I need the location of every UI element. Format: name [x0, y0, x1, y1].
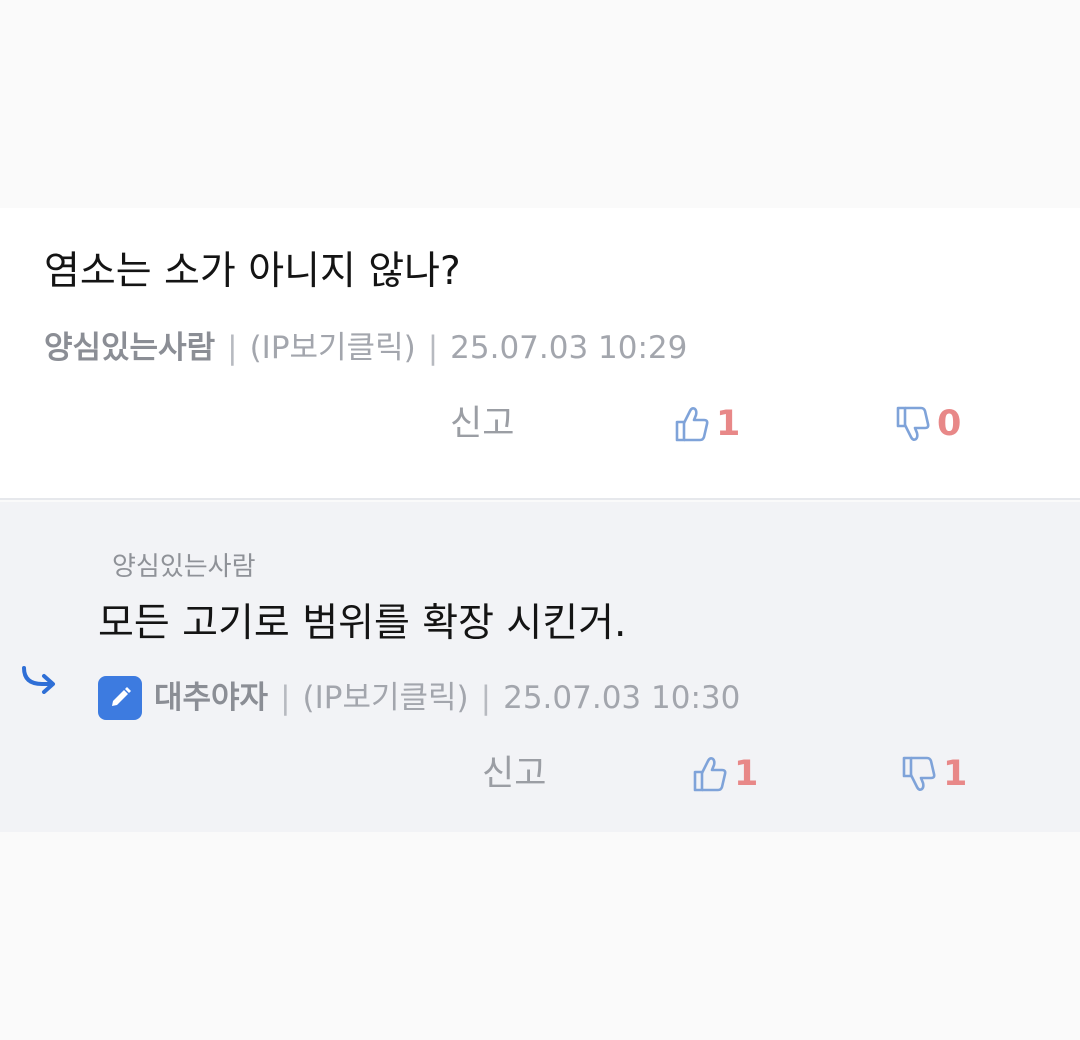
comment-body: 염소는 소가 아니지 않나? — [44, 249, 461, 294]
thumbs-up-icon — [693, 757, 727, 792]
dislike-button[interactable]: 1 — [901, 752, 967, 796]
comment-meta: 양심있는사람 | (IP보기클릭) | 25.07.03 10:29 — [44, 328, 687, 368]
meta-separator: | — [480, 680, 492, 716]
ip-toggle-link[interactable]: (IP보기클릭) — [303, 678, 469, 718]
reply-parent-author: 양심있는사람 — [112, 552, 256, 582]
reply-item: 양심있는사람 모든 고기로 범위를 확장 시킨거. 대추야자 | (IP보기클릭… — [0, 502, 1080, 832]
comment-timestamp: 25.07.03 10:29 — [450, 330, 688, 366]
comment-item: 염소는 소가 아니지 않나? 양심있는사람 | (IP보기클릭) | 25.07… — [0, 208, 1080, 500]
like-button[interactable]: 1 — [692, 752, 758, 796]
report-label: 신고 — [450, 404, 515, 444]
dislike-count: 0 — [937, 404, 962, 444]
dislike-count: 1 — [943, 754, 968, 794]
report-label: 신고 — [482, 754, 547, 794]
comment-page: 염소는 소가 아니지 않나? 양심있는사람 | (IP보기클릭) | 25.07… — [0, 0, 1080, 1040]
reply-arrow-icon — [22, 666, 55, 694]
dislike-button[interactable]: 0 — [895, 402, 961, 446]
reply-author[interactable]: 대추야자 — [154, 678, 268, 718]
ip-toggle-link[interactable]: (IP보기클릭) — [250, 328, 416, 368]
reply-timestamp: 25.07.03 10:30 — [503, 680, 741, 716]
writer-badge — [98, 676, 142, 720]
pencil-icon — [112, 687, 131, 706]
like-count: 1 — [716, 404, 741, 444]
reply-meta: 대추야자 | (IP보기클릭) | 25.07.03 10:30 — [98, 676, 740, 720]
meta-separator: | — [227, 330, 238, 366]
thumbs-down-icon — [902, 756, 936, 791]
report-button[interactable]: 신고 — [482, 752, 546, 796]
comment-author[interactable]: 양심있는사람 — [44, 328, 215, 368]
meta-separator: | — [427, 330, 439, 366]
like-count: 1 — [734, 754, 759, 794]
meta-separator: | — [280, 680, 291, 716]
report-button[interactable]: 신고 — [450, 402, 514, 446]
thumbs-down-icon — [896, 406, 930, 441]
reply-body: 모든 고기로 범위를 확장 시킨거. — [98, 601, 627, 646]
thumbs-up-icon — [675, 407, 709, 442]
like-button[interactable]: 1 — [674, 402, 740, 446]
